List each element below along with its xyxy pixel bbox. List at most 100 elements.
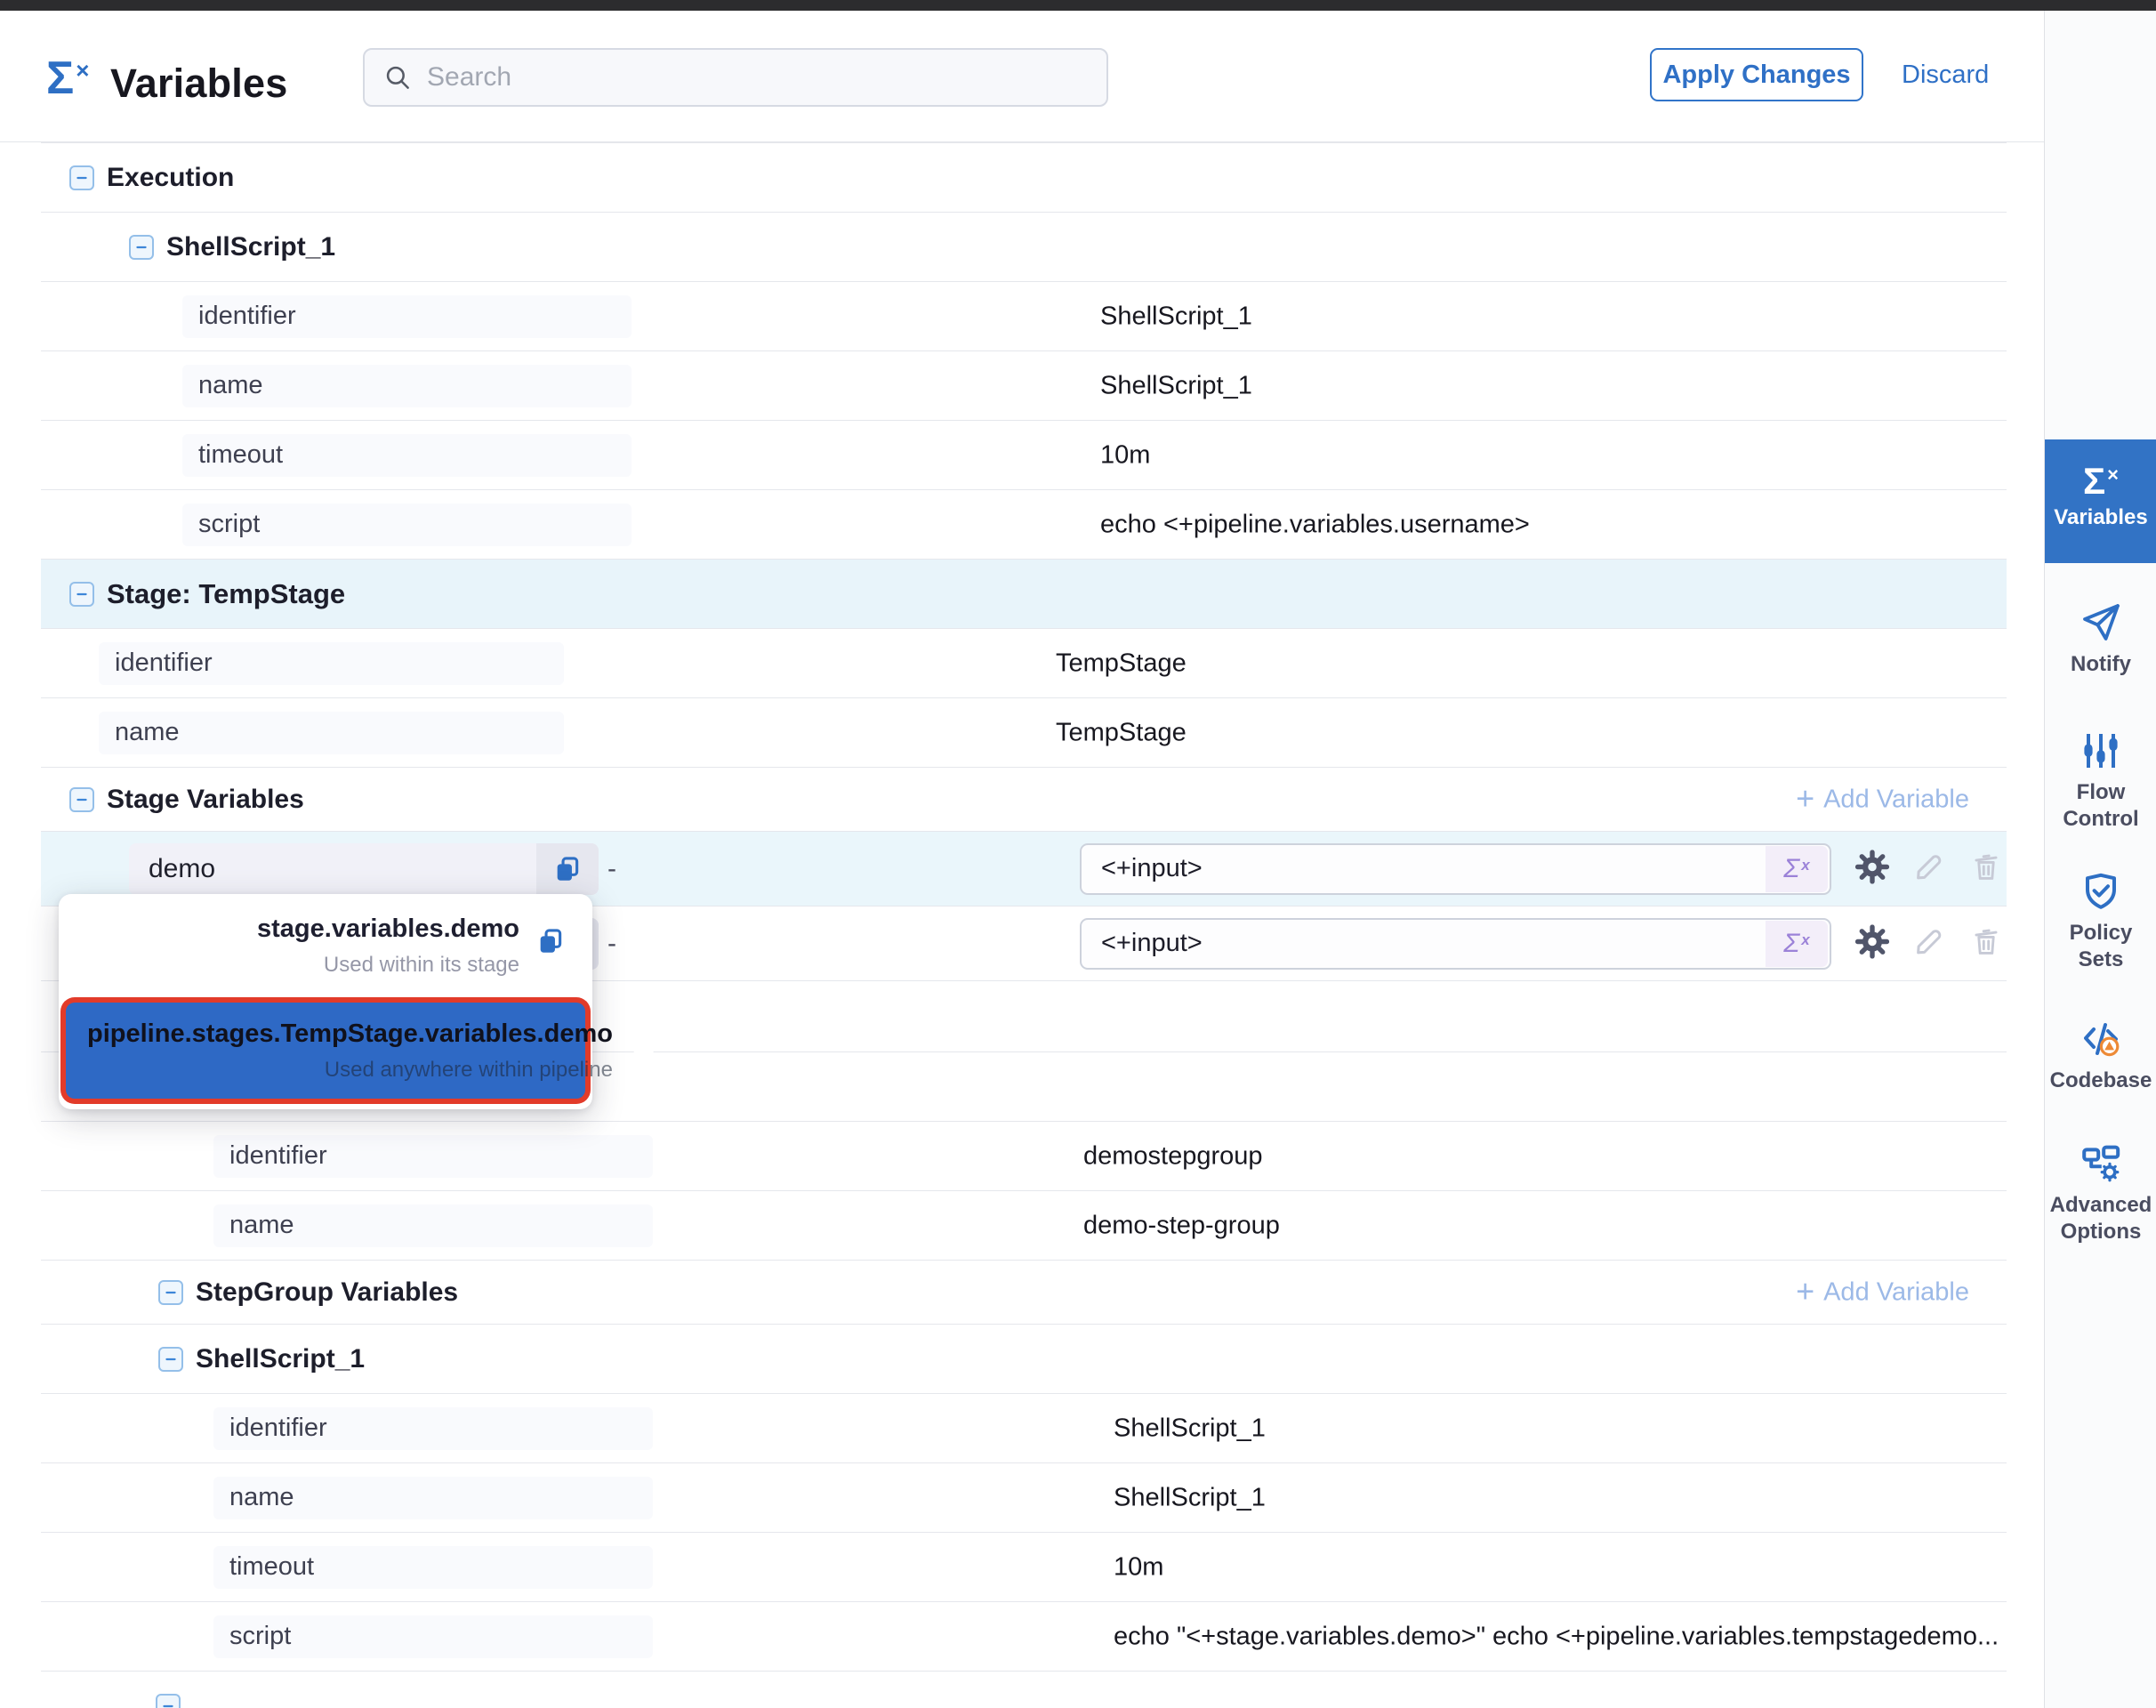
sigma-x-icon: Σ× xyxy=(46,55,89,101)
delete-trash-icon[interactable] xyxy=(1969,924,2003,963)
variables-panel-screen: Σ× Variables Apply Changes Discard Execu… xyxy=(0,0,2156,1708)
collapse-icon[interactable] xyxy=(156,1694,181,1708)
table-row: name ShellScript_1 xyxy=(41,351,2007,421)
code-warning-icon xyxy=(2045,1018,2156,1060)
shield-check-icon xyxy=(2045,870,2156,913)
field-value: TempStage xyxy=(1056,718,1187,747)
add-variable-label: Add Variable xyxy=(1823,1277,1969,1307)
field-label: name xyxy=(182,365,632,407)
add-variable-button[interactable]: + Add Variable xyxy=(1796,1277,1969,1307)
collapse-icon[interactable] xyxy=(158,1280,183,1305)
edit-pencil-icon[interactable] xyxy=(1912,924,1946,963)
sidebar-item-label: Advanced Options xyxy=(2045,1192,2156,1245)
table-row: Execution xyxy=(41,143,2007,213)
section-label: ShellScript_1 xyxy=(166,232,335,262)
variable-value: <+input> xyxy=(1082,854,1766,883)
field-value: ShellScript_1 xyxy=(1100,302,1252,331)
table-row: Stage Variables +Add Variable xyxy=(41,768,2007,832)
variable-value-input[interactable]: <+input>Σx xyxy=(1080,843,1831,895)
table-row: script echo "<+stage.variables.demo>" ech… xyxy=(41,1602,2007,1672)
table-row: identifierShellScript_1 xyxy=(41,1394,2007,1463)
edit-pencil-icon[interactable] xyxy=(1912,850,1946,888)
collapse-icon[interactable] xyxy=(69,787,94,812)
field-label: identifier xyxy=(99,642,564,685)
variable-expression-popup: stage.variables.demoUsed within its stag… xyxy=(59,894,592,1109)
table-row: identifier demostepgroup xyxy=(41,1122,2007,1191)
flow-gear-icon xyxy=(2045,1142,2156,1185)
sigma-x-icon: Σ× xyxy=(2045,439,2156,500)
add-variable-button[interactable]: +Add Variable xyxy=(1796,785,1969,814)
collapse-icon[interactable] xyxy=(69,165,94,190)
sidebar-item-flow-control[interactable]: Flow Control xyxy=(2045,729,2156,833)
field-label: identifier xyxy=(213,1135,653,1178)
sidebar-item-label: Flow Control xyxy=(2045,779,2156,833)
field-label: script xyxy=(213,1615,653,1658)
field-label: identifier xyxy=(182,295,632,338)
table-row: Stage: TempStage xyxy=(41,560,2007,629)
sidebar-item-variables[interactable]: Σ× Variables xyxy=(2045,439,2156,563)
sidebar-item-label: Variables xyxy=(2045,505,2156,530)
table-row: identifier ShellScript_1 xyxy=(41,282,2007,351)
section-label: ShellScript_1 xyxy=(196,1344,365,1374)
settings-gear-icon[interactable] xyxy=(1855,850,1889,888)
table-row: scriptecho <+pipeline.variables.username… xyxy=(41,490,2007,560)
expression-option[interactable]: stage.variables.demoUsed within its stag… xyxy=(59,898,592,994)
field-value: TempStage xyxy=(1056,649,1187,678)
field-label: timeout xyxy=(182,434,632,477)
table-row: name ShellScript_1 xyxy=(41,1463,2007,1533)
right-sidebar: Σ× Variables Notify Flow Control Policy Sets… xyxy=(2044,11,2156,1708)
section-label: StepGroup Variables xyxy=(196,1277,458,1308)
field-value: 10m xyxy=(1100,440,1150,470)
delete-trash-icon[interactable] xyxy=(1969,850,2003,888)
field-value: ShellScript_1 xyxy=(1114,1483,1266,1512)
apply-changes-button[interactable]: Apply Changes xyxy=(1650,48,1863,101)
copy-icon[interactable] xyxy=(629,1031,668,1070)
settings-gear-icon[interactable] xyxy=(1855,924,1889,963)
collapse-icon[interactable] xyxy=(129,235,154,260)
section-label: Stage Variables xyxy=(107,785,304,815)
variable-value: <+input> xyxy=(1082,929,1766,958)
field-value: demostepgroup xyxy=(1083,1141,1263,1171)
page-title: Variables xyxy=(110,60,287,107)
sidebar-item-notify[interactable]: Notify xyxy=(2045,601,2156,678)
sidebar-item-advanced-options[interactable]: Advanced Options xyxy=(2045,1142,2156,1245)
sidebar-item-policy-sets[interactable]: Policy Sets xyxy=(2045,870,2156,973)
copy-icon[interactable] xyxy=(535,926,575,965)
expression-toggle-button[interactable]: Σx xyxy=(1766,921,1828,967)
expression-option-selected[interactable]: pipeline.stages.TempStage.variables.demo… xyxy=(66,1003,585,1099)
field-label: identifier xyxy=(213,1407,653,1450)
plus-icon: + xyxy=(1796,1275,1814,1307)
collapse-icon[interactable] xyxy=(69,582,94,607)
table-row: identifier TempStage xyxy=(41,629,2007,698)
field-value: demo-step-group xyxy=(1083,1211,1280,1240)
variable-dash: - xyxy=(607,929,616,959)
search-input[interactable] xyxy=(427,62,1089,93)
expression-toggle-button[interactable]: Σx xyxy=(1766,846,1828,892)
variable-name-field[interactable]: demo xyxy=(129,843,599,895)
table-row: timeout 10m xyxy=(41,421,2007,490)
search-box[interactable] xyxy=(363,48,1108,107)
field-label: timeout xyxy=(213,1546,653,1589)
variable-value-input[interactable]: <+input>Σx xyxy=(1080,918,1831,970)
field-value: echo <+pipeline.variables.username> xyxy=(1100,510,1530,539)
table-row: name TempStage xyxy=(41,698,2007,768)
section-label: Stage: TempStage xyxy=(107,578,345,610)
field-value: echo "<+stage.variables.demo>" echo <+pi… xyxy=(1114,1622,1999,1651)
field-value: ShellScript_1 xyxy=(1100,371,1252,400)
table-row: StepGroup Variables + Add Variable xyxy=(41,1261,2007,1325)
copy-icon[interactable] xyxy=(536,843,599,895)
field-label: name xyxy=(99,712,564,754)
collapse-icon[interactable] xyxy=(158,1347,183,1372)
table-row: ShellScript_1 xyxy=(41,213,2007,282)
field-label: name xyxy=(213,1477,653,1519)
sidebar-item-label: Notify xyxy=(2045,651,2156,678)
field-value: 10m xyxy=(1114,1552,1163,1582)
search-icon xyxy=(382,62,413,93)
variable-dash: - xyxy=(607,854,616,884)
discard-button[interactable]: Discard xyxy=(1902,60,1989,90)
sidebar-item-codebase[interactable]: Codebase xyxy=(2045,1018,2156,1094)
window-top-strip xyxy=(0,0,2156,11)
table-row: namedemo-step-group xyxy=(41,1191,2007,1261)
sidebar-item-label: Policy Sets xyxy=(2045,920,2156,973)
expression-scope-hint: Used anywhere within pipeline xyxy=(87,1058,613,1083)
